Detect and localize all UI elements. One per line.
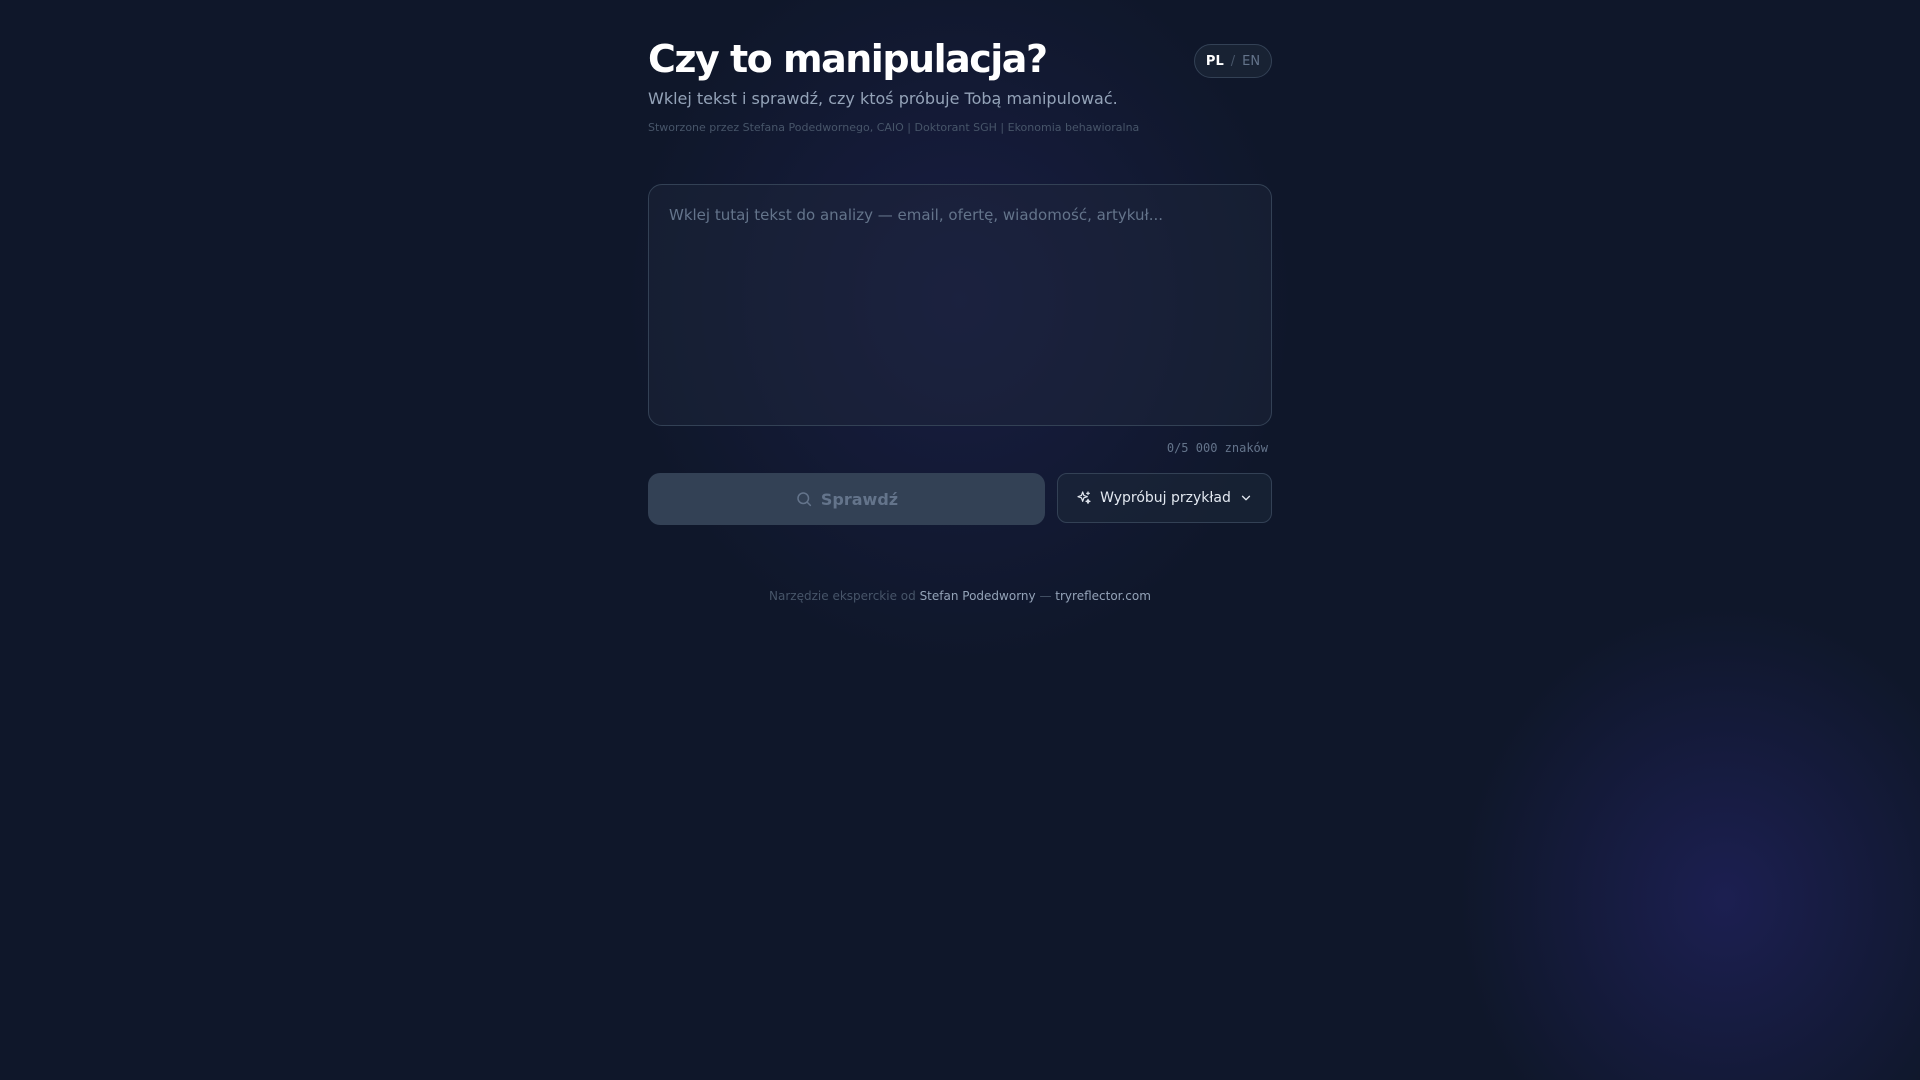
analysis-text-input[interactable]	[649, 185, 1271, 425]
page-header: Czy to manipulacja? Wklej tekst i sprawd…	[648, 0, 1272, 140]
chevron-down-icon	[1239, 491, 1253, 505]
language-option-en[interactable]: EN	[1242, 54, 1260, 69]
search-icon	[795, 490, 813, 508]
page-footer: Narzędzie eksperckie od Stefan Podedworn…	[648, 589, 1272, 603]
main-container: Czy to manipulacja? Wklej tekst i sprawd…	[648, 0, 1272, 603]
language-separator: /	[1230, 53, 1236, 69]
language-option-pl[interactable]: PL	[1206, 54, 1224, 69]
footer-site-link[interactable]: tryreflector.com	[1055, 589, 1151, 603]
try-example-label: Wypróbuj przykład	[1100, 490, 1231, 506]
character-counter: 0/5 000 znaków	[1166, 441, 1268, 455]
footer-separator: —	[1039, 589, 1052, 603]
sparkles-icon	[1076, 490, 1092, 506]
page-subtitle: Wklej tekst i sprawdź, czy ktoś próbuje …	[648, 89, 1118, 108]
footer-author-link[interactable]: Stefan Podedworny	[920, 589, 1036, 603]
check-button-label: Sprawdź	[820, 489, 899, 509]
language-switch: PL / EN	[1194, 44, 1272, 78]
footer-prefix: Narzędzie eksperckie od	[769, 589, 916, 603]
try-example-button[interactable]: Wypróbuj przykład	[1057, 473, 1272, 523]
author-credits: Stworzone przez Stefana Podedwornego, CA…	[648, 121, 1140, 134]
text-input-box	[648, 184, 1272, 426]
check-button[interactable]: Sprawdź	[648, 473, 1045, 525]
page-title: Czy to manipulacja?	[648, 37, 1048, 81]
